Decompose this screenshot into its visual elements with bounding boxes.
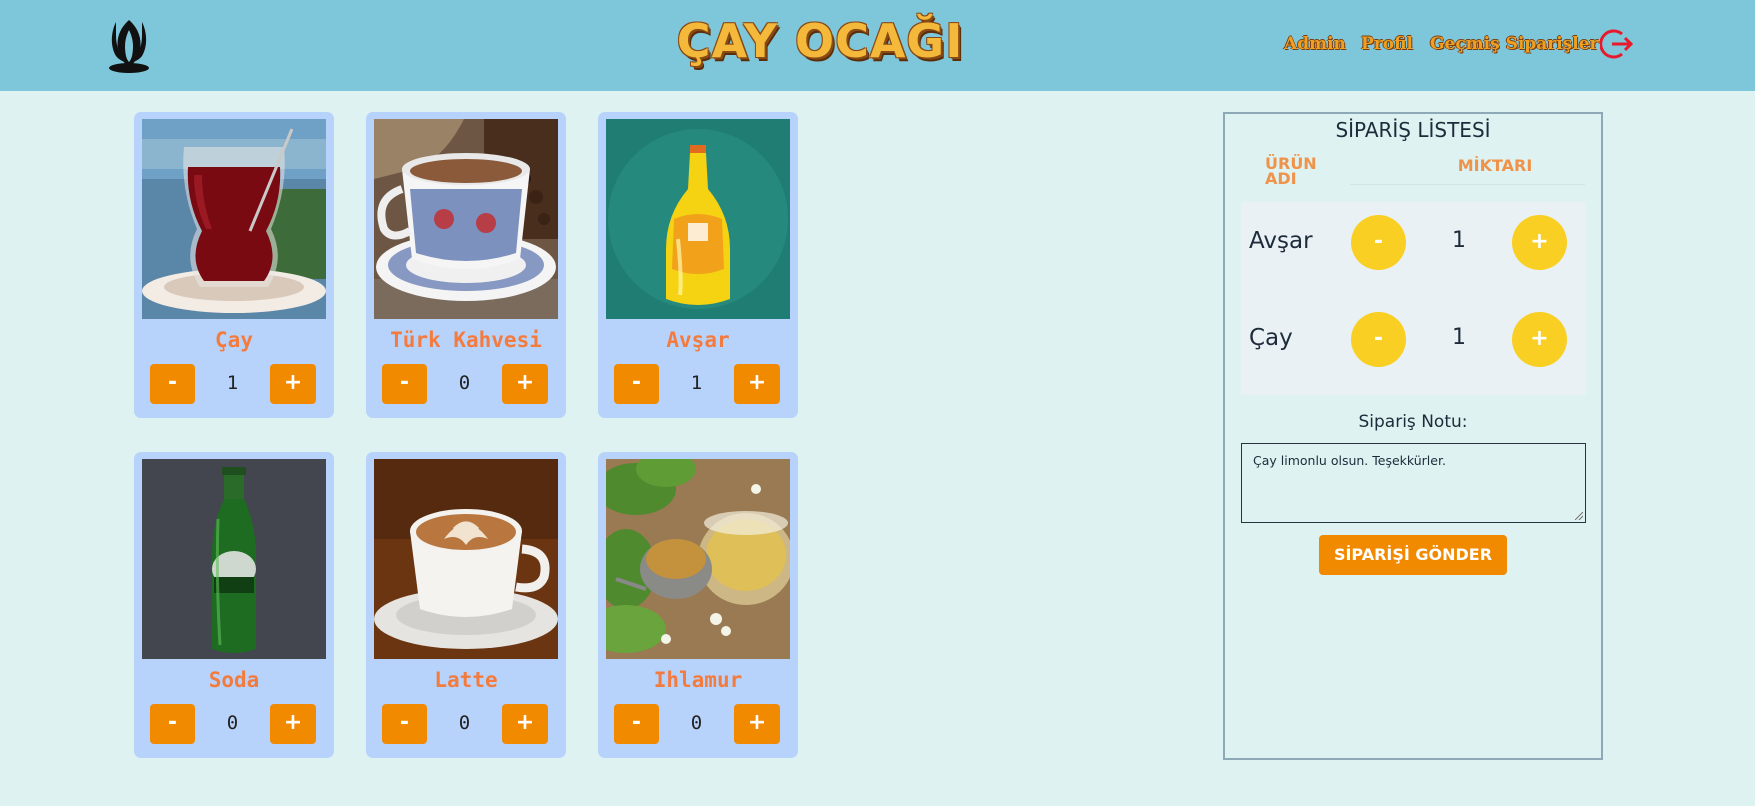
product-name: Çay [215,328,253,352]
product-name: Türk Kahvesi [390,328,542,352]
product-qty: 0 [458,712,471,734]
order-row: Avşar - 1 + [1241,212,1586,272]
product-qty: 0 [458,372,471,394]
order-item-qty: 1 [1452,325,1466,350]
decrease-order-qty-button[interactable]: - [1351,215,1406,270]
increase-qty-button[interactable]: + [270,364,316,404]
product-name: Ihlamur [653,668,743,692]
product-card-ihlamur: Ihlamur - 0 + [598,452,798,758]
order-note-textarea[interactable]: Çay limonlu olsun. Teşekkürler. [1241,443,1586,523]
increase-qty-button[interactable]: + [734,704,780,744]
nav-profile-link[interactable]: Profil [1361,34,1413,54]
product-card-latte: Latte - 0 + [366,452,566,758]
product-name: Avşar [666,328,730,352]
product-qty: 0 [226,712,239,734]
turkish-coffee-image [374,119,558,319]
resize-handle-icon[interactable] [1575,512,1583,520]
order-item-name: Avşar [1249,228,1313,254]
decrease-qty-button[interactable]: - [382,704,427,744]
increase-order-qty-button[interactable]: + [1512,312,1567,367]
order-items-table: Avşar - 1 + Çay - 1 + [1241,202,1586,395]
top-header: ÇAY OCAĞI Admin Profil Geçmiş Siparişler [0,0,1755,91]
column-header-product-name: ÜRÜN ADI [1265,154,1317,188]
soda-bottle-image [142,459,326,659]
logout-icon[interactable] [1600,27,1634,61]
product-name: Latte [434,668,498,692]
decrease-qty-button[interactable]: - [614,704,659,744]
product-qty: 1 [226,372,239,394]
product-card-soda: Soda - 0 + [134,452,334,758]
decrease-order-qty-button[interactable]: - [1351,312,1406,367]
order-item-name: Çay [1249,325,1293,351]
product-card-cay: Çay - 1 + [134,112,334,418]
product-qty: 0 [690,712,703,734]
avsar-bottle-image [606,119,790,319]
product-card-avsar: Avşar - 1 + [598,112,798,418]
increase-qty-button[interactable]: + [270,704,316,744]
order-row: Çay - 1 + [1241,309,1586,369]
order-note-label: Sipariş Notu: [1358,412,1468,432]
increase-qty-button[interactable]: + [734,364,780,404]
increase-order-qty-button[interactable]: + [1512,215,1567,270]
order-list-panel: SİPARİŞ LİSTESİ ÜRÜN ADI MİKTARI Avşar -… [1223,112,1603,760]
linden-tea-image [606,459,790,659]
header-divider [1350,184,1585,185]
nav-admin-link[interactable]: Admin [1284,34,1346,54]
product-name: Soda [208,668,260,692]
decrease-qty-button[interactable]: - [614,364,659,404]
order-list-title: SİPARİŞ LİSTESİ [1335,118,1491,142]
decrease-qty-button[interactable]: - [382,364,427,404]
latte-image [374,459,558,659]
submit-order-button[interactable]: SİPARİŞİ GÖNDER [1319,535,1507,575]
nav-order-history-link[interactable]: Geçmiş Siparişler [1430,34,1598,54]
tea-glass-image [142,119,326,319]
increase-qty-button[interactable]: + [502,704,548,744]
product-card-turk-kahvesi: Türk Kahvesi - 0 + [366,112,566,418]
decrease-qty-button[interactable]: - [150,364,195,404]
column-header-quantity: MİKTARI [1457,156,1533,175]
order-item-qty: 1 [1452,228,1466,253]
increase-qty-button[interactable]: + [502,364,548,404]
decrease-qty-button[interactable]: - [150,704,195,744]
product-qty: 1 [690,372,703,394]
